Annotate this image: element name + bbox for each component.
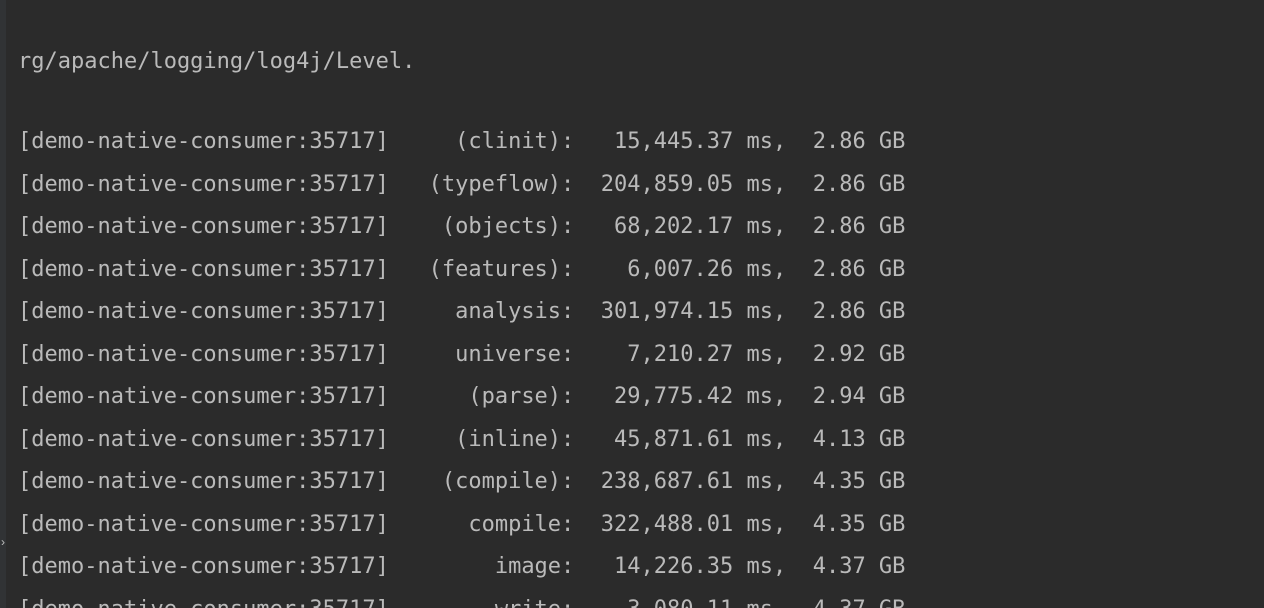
build-stage-row: [demo-native-consumer:35717] analysis: 3… xyxy=(18,291,1246,334)
build-stage-row: [demo-native-consumer:35717] (clinit): 1… xyxy=(18,121,1246,164)
build-stage-row: [demo-native-consumer:35717] (parse): 29… xyxy=(18,376,1246,419)
build-stage-row: [demo-native-consumer:35717] (objects): … xyxy=(18,206,1246,249)
build-stage-row: [demo-native-consumer:35717] (features):… xyxy=(18,249,1246,292)
build-stage-row: [demo-native-consumer:35717] compile: 32… xyxy=(18,504,1246,547)
build-stage-row: [demo-native-consumer:35717] write: 3,08… xyxy=(18,589,1246,608)
output-line-fragment: rg/apache/logging/log4j/Level. xyxy=(18,43,1246,79)
editor-gutter xyxy=(0,0,6,608)
build-stage-row: [demo-native-consumer:35717] universe: 7… xyxy=(18,334,1246,377)
build-stage-row: [demo-native-consumer:35717] (typeflow):… xyxy=(18,164,1246,207)
build-stage-row: [demo-native-consumer:35717] (inline): 4… xyxy=(18,419,1246,462)
build-stage-row: [demo-native-consumer:35717] (compile): … xyxy=(18,461,1246,504)
gutter-caret-icon: › xyxy=(0,522,6,564)
terminal-output[interactable]: rg/apache/logging/log4j/Level. [demo-nat… xyxy=(0,0,1264,608)
build-stage-row: [demo-native-consumer:35717] image: 14,2… xyxy=(18,546,1246,589)
